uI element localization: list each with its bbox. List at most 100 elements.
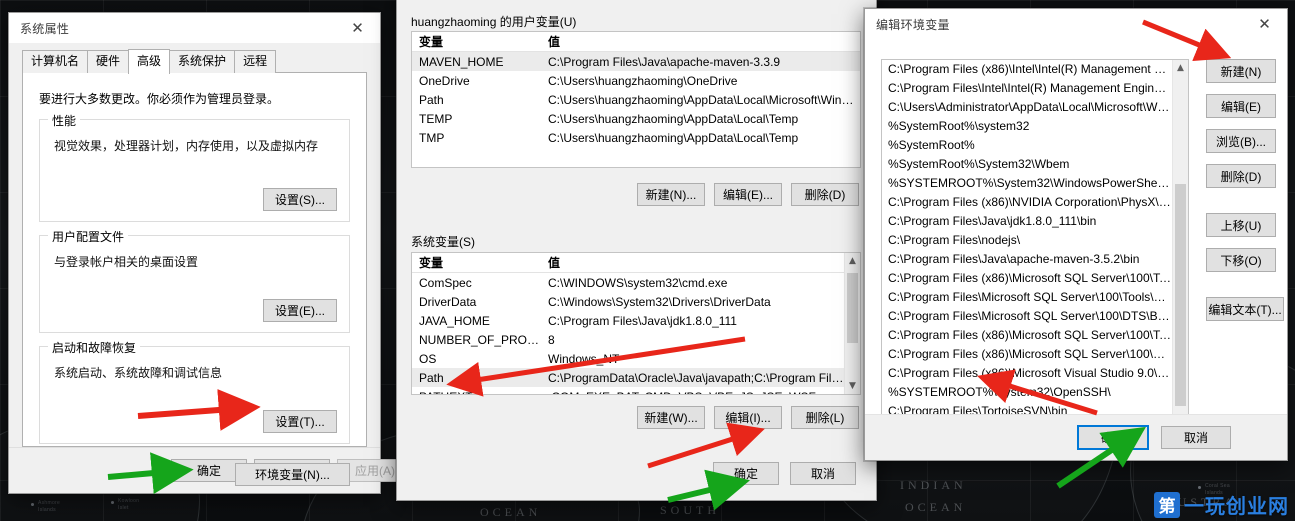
table-row[interactable]: Path C:\ProgramData\Oracle\Java\javapath;… xyxy=(412,368,844,387)
list-item[interactable]: %SystemRoot%\System32\Wbem xyxy=(882,155,1171,174)
variable-value-cell: C:\Users\huangzhaoming\AppData\Local\Tem… xyxy=(548,111,799,126)
list-item[interactable]: C:\Program Files\nodejs\ xyxy=(882,231,1171,250)
variable-name-cell: Path xyxy=(419,92,444,107)
table-row[interactable]: PATHEXT.COM;.EXE;.BAT;.CMD;.VBS;.VBE;.JS… xyxy=(412,387,844,395)
path-new-button[interactable]: 新建(N) xyxy=(1206,59,1276,83)
scroll-down-icon[interactable]: ▼ xyxy=(845,378,860,394)
table-row[interactable]: TEMP C:\Users\huangzhaoming\AppData\Local… xyxy=(412,109,860,128)
list-item[interactable]: C:\Program Files\Java\apache-maven-3.5.2… xyxy=(882,250,1171,269)
system-properties-dialog: 系统属性 ✕ 计算机名 硬件 高级 系统保护 远程 要进行大多数更改。你必须作为管理员登… xyxy=(8,12,413,494)
table-row[interactable]: DriverData C:\Windows\System32\Drivers\Dr… xyxy=(412,292,844,311)
list-item[interactable]: C:\Program Files (x86)\Microsoft SQL Ser… xyxy=(882,326,1171,345)
list-item[interactable]: C:\Program Files (x86)\NVIDIA Corporatio… xyxy=(882,193,1171,212)
button-group-divider xyxy=(1206,283,1276,297)
system-properties-title: 系统属性 xyxy=(20,21,70,36)
column-header-value: 值 xyxy=(548,35,561,49)
system-properties-tabstrip: 计算机名 硬件 高级 系统保护 远程 xyxy=(22,49,367,74)
list-item[interactable]: C:\Users\Administrator\AppData\Local\Mic… xyxy=(882,98,1171,117)
system-variables-rows: ComSpec C:\WINDOWS\system32\cmd.exe Driver… xyxy=(412,273,860,395)
variable-value-cell: .COM;.EXE;.BAT;.CMD;.VBS;.VBE;.JS;.JSE;.… xyxy=(545,390,844,395)
table-row[interactable]: OS Windows_NT xyxy=(412,349,844,368)
system-properties-titlebar: 系统属性 ✕ xyxy=(9,13,380,43)
close-icon[interactable]: ✕ xyxy=(1242,9,1287,39)
user-variables-header: 变量 值 xyxy=(412,32,860,52)
performance-group: 性能 视觉效果，处理器计划，内存使用，以及虚拟内存 设置(S)... xyxy=(39,112,350,222)
path-entries-listbox[interactable]: C:\Program Files (x86)\Intel\Intel(R) Ma… xyxy=(881,59,1189,434)
variable-value-cell: C:\Users\huangzhaoming\AppData\Local\Tem… xyxy=(548,130,799,145)
user-delete-button[interactable]: 删除(D) xyxy=(791,183,859,206)
list-item[interactable]: C:\Program Files (x86)\Microsoft SQL Ser… xyxy=(882,345,1171,364)
performance-settings-button[interactable]: 设置(S)... xyxy=(263,188,337,211)
environment-variables-button[interactable]: 环境变量(N)... xyxy=(235,463,350,486)
path-edit-button[interactable]: 编辑(E) xyxy=(1206,94,1276,118)
system-variables-label: 系统变量(S) xyxy=(411,235,475,249)
path-browse-button[interactable]: 浏览(B)... xyxy=(1206,129,1276,153)
path-delete-button[interactable]: 删除(D) xyxy=(1206,164,1276,188)
list-item[interactable]: %SYSTEMROOT%\System32\OpenSSH\ xyxy=(882,383,1171,402)
list-item[interactable]: %SystemRoot%\system32 xyxy=(882,117,1171,136)
list-item[interactable]: %SYSTEMROOT%\System32\WindowsPowerShell\… xyxy=(882,174,1171,193)
system-variables-button-row: 新建(W)... 编辑(I)... 删除(L) xyxy=(637,406,859,429)
user-profiles-settings-button[interactable]: 设置(E)... xyxy=(263,299,337,322)
table-row[interactable]: JAVA_HOME C:\Program Files\Java\jdk1.8.0_… xyxy=(412,311,844,330)
path-move-down-button[interactable]: 下移(O) xyxy=(1206,248,1276,272)
startup-recovery-group-legend: 启动和故障恢复 xyxy=(48,339,141,356)
edit-env-body: C:\Program Files (x86)\Intel\Intel(R) Ma… xyxy=(865,39,1287,460)
user-variables-label: huangzhaoming 的用户变量(U) xyxy=(411,15,577,29)
path-move-up-button[interactable]: 上移(U) xyxy=(1206,213,1276,237)
scroll-up-icon[interactable]: ▲ xyxy=(1173,60,1188,76)
site-watermark: 第 一玩创业网 xyxy=(1154,490,1289,519)
table-row[interactable]: TMP C:\Users\huangzhaoming\AppData\Local\… xyxy=(412,128,860,147)
close-icon[interactable]: ✕ xyxy=(335,13,380,43)
user-variables-listbox[interactable]: 变量 值 MAVEN_HOME C:\Program Files\Java\apa… xyxy=(411,31,861,168)
list-item[interactable]: C:\Program Files\Microsoft SQL Server\10… xyxy=(882,288,1171,307)
editenv-cancel-button[interactable]: 取消 xyxy=(1161,426,1231,449)
startup-recovery-settings-button[interactable]: 设置(T)... xyxy=(263,410,337,433)
scroll-up-icon[interactable]: ▲ xyxy=(845,253,860,269)
system-edit-button[interactable]: 编辑(I)... xyxy=(714,406,782,429)
table-row[interactable]: Path C:\Users\huangzhaoming\AppData\Local… xyxy=(412,90,860,109)
watermark-badge: 第 xyxy=(1154,491,1180,518)
variable-name-cell: MAVEN_HOME xyxy=(419,54,504,69)
path-entries-scrollbar[interactable]: ▲ ▼ xyxy=(1172,60,1188,433)
system-new-button[interactable]: 新建(W)... xyxy=(637,406,705,429)
list-item[interactable]: %SystemRoot% xyxy=(882,136,1171,155)
variable-value-cell: Windows_NT xyxy=(548,351,620,366)
variable-name-cell: OS xyxy=(419,351,437,366)
list-item[interactable]: C:\Program Files\Microsoft SQL Server\10… xyxy=(882,307,1171,326)
user-profiles-group-description: 与登录帐户相关的桌面设置 xyxy=(54,255,199,269)
table-row[interactable]: NUMBER_OF_PROCESSORS8 xyxy=(412,330,844,349)
user-new-button[interactable]: 新建(N)... xyxy=(637,183,705,206)
system-delete-button[interactable]: 删除(L) xyxy=(791,406,859,429)
list-item[interactable]: C:\Program Files\Intel\Intel(R) Manageme… xyxy=(882,79,1171,98)
scrollbar-thumb[interactable] xyxy=(847,273,858,343)
envvars-cancel-button[interactable]: 取消 xyxy=(790,462,856,485)
variable-name-cell: DriverData xyxy=(419,294,477,309)
editenv-ok-button[interactable]: 确定 xyxy=(1078,426,1148,449)
user-edit-button[interactable]: 编辑(E)... xyxy=(714,183,782,206)
scrollbar-thumb[interactable] xyxy=(1175,184,1186,406)
watermark-text: 一玩创业网 xyxy=(1184,494,1289,518)
list-item[interactable]: C:\Program Files (x86)\Microsoft Visual … xyxy=(882,364,1171,383)
tab-3[interactable]: 系统保护 xyxy=(169,50,236,73)
table-row[interactable]: ComSpec C:\WINDOWS\system32\cmd.exe xyxy=(412,273,844,292)
path-edit-text-button[interactable]: 编辑文本(T)... xyxy=(1206,297,1284,321)
system-variables-listbox[interactable]: 变量 值 ComSpec C:\WINDOWS\system32\cmd.exe D… xyxy=(411,252,861,395)
variable-name-cell: TMP xyxy=(419,130,445,145)
table-row[interactable]: MAVEN_HOME C:\Program Files\Java\apache-m… xyxy=(412,52,860,71)
list-item[interactable]: C:\Program Files (x86)\Microsoft SQL Ser… xyxy=(882,269,1171,288)
table-row[interactable]: OneDrive C:\Users\huangzhaoming\OneDrive xyxy=(412,71,860,90)
tab-4[interactable]: 远程 xyxy=(234,50,277,73)
envvars-ok-button[interactable]: 确定 xyxy=(713,462,779,485)
variable-value-cell: C:\WINDOWS\system32\cmd.exe xyxy=(548,275,728,290)
list-item[interactable]: C:\Program Files (x86)\Intel\Intel(R) Ma… xyxy=(882,60,1171,79)
tab-0[interactable]: 计算机名 xyxy=(22,50,89,73)
system-properties-body: 计算机名 硬件 高级 系统保护 远程 要进行大多数更改。你必须作为管理员登录。 性能 视… xyxy=(9,43,413,493)
tab-panel-advanced: 要进行大多数更改。你必须作为管理员登录。 性能 视觉效果，处理器计划，内存使用，… xyxy=(22,72,367,486)
tab-1[interactable]: 硬件 xyxy=(87,50,130,73)
system-variables-scrollbar[interactable]: ▲ ▼ xyxy=(844,253,860,394)
variable-value-cell: C:\Users\huangzhaoming\AppData\Local\Mic… xyxy=(548,92,860,107)
list-item[interactable]: C:\Program Files\Java\jdk1.8.0_111\bin xyxy=(882,212,1171,231)
edit-environment-variable-dialog: 编辑环境变量 ✕ C:\Program Files (x86)\Intel\In… xyxy=(864,8,1288,461)
tab-2[interactable]: 高级 xyxy=(128,49,171,74)
